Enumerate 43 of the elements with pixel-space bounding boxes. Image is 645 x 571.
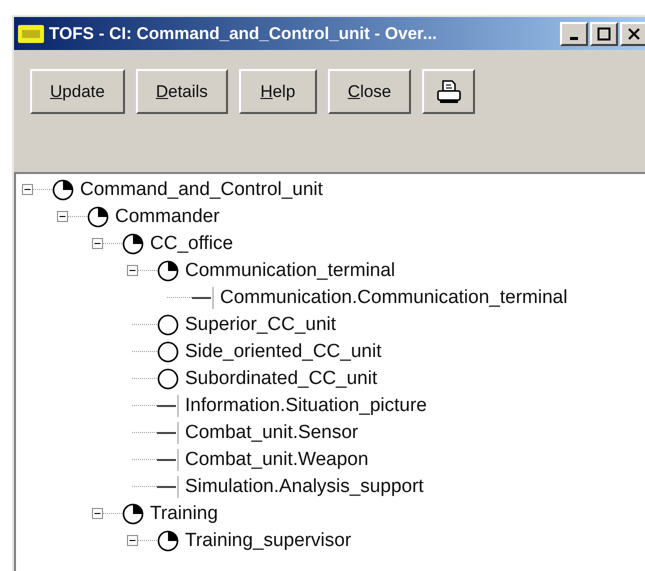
maximize-button[interactable] <box>590 22 618 46</box>
collapse-icon[interactable] <box>57 211 68 222</box>
close-button[interactable] <box>620 22 645 46</box>
tree-item-label[interactable]: Superior_CC_unit <box>185 314 336 336</box>
toolbar-button[interactable]: Help <box>238 69 317 114</box>
collapse-icon[interactable] <box>127 265 138 276</box>
tree-item-label[interactable]: Training_supervisor <box>185 530 352 552</box>
tree-item-label[interactable]: Communication_terminal <box>185 260 396 282</box>
empty-circle-icon <box>157 340 179 362</box>
pie-status-icon <box>157 260 179 282</box>
print-button[interactable] <box>422 69 476 114</box>
window-title: TOFS - CI: Command_and_Control_unit - Over... <box>49 22 437 45</box>
tree-item-label[interactable]: Subordinated_CC_unit <box>185 368 378 390</box>
tree-item-label[interactable]: Combat_unit.Sensor <box>185 422 358 444</box>
pie-status-icon <box>122 502 144 524</box>
collapse-icon[interactable] <box>22 184 33 195</box>
tree-item-label[interactable]: Training <box>150 502 218 524</box>
pie-status-icon <box>157 530 179 552</box>
tree-item-label[interactable]: Command_and_Control_unit <box>80 178 323 200</box>
toolbar-button[interactable]: Details <box>136 69 228 114</box>
tree-item-label[interactable]: Side_oriented_CC_unit <box>185 340 382 362</box>
empty-circle-icon <box>157 314 179 336</box>
pie-status-icon <box>87 206 109 228</box>
tree-item-label[interactable]: CC_office <box>150 232 234 254</box>
collapse-icon[interactable] <box>127 535 138 546</box>
app-logo-icon <box>18 24 44 42</box>
tree-item-label[interactable]: Information.Situation_picture <box>185 394 427 416</box>
close-icon <box>627 26 641 40</box>
empty-circle-icon <box>157 368 179 390</box>
minimize-button[interactable] <box>560 22 588 46</box>
toolbar-button[interactable]: Update <box>30 69 125 114</box>
maximize-icon <box>597 26 611 40</box>
toolbar-button[interactable]: Close <box>328 69 412 114</box>
printer-icon <box>436 78 462 104</box>
pie-status-icon <box>52 178 74 200</box>
tree-item-label[interactable]: Communication.Communication_terminal <box>220 286 568 308</box>
minimize-icon <box>570 36 578 40</box>
tree-item-label[interactable]: Simulation.Analysis_support <box>185 476 424 498</box>
tree-item-label[interactable]: Combat_unit.Weapon <box>185 448 368 470</box>
collapse-icon[interactable] <box>92 508 103 519</box>
collapse-icon[interactable] <box>92 238 103 249</box>
tree-item-label[interactable]: Commander <box>115 206 220 228</box>
pie-status-icon <box>122 232 144 254</box>
